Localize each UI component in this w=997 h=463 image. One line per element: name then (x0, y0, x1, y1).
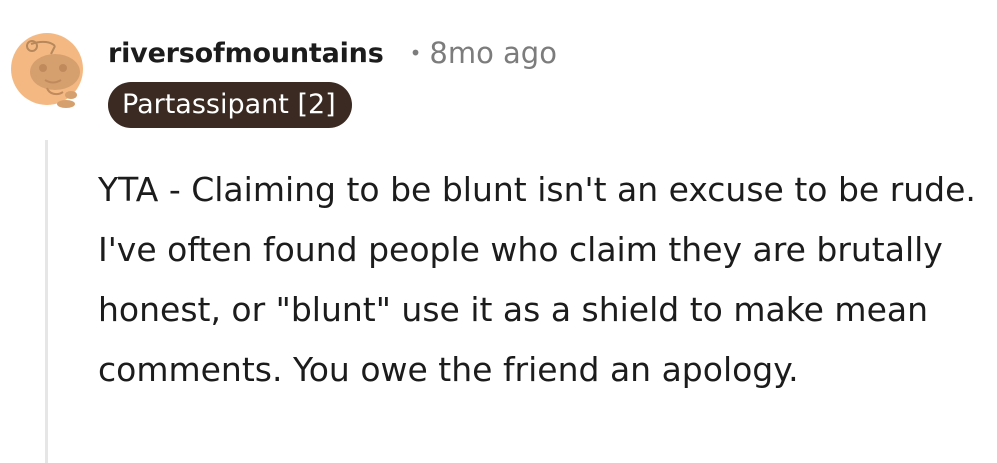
comment-meta: riversofmountains • 8mo ago (108, 36, 557, 70)
comment: riversofmountains • 8mo ago Partassipant… (0, 0, 997, 463)
timestamp[interactable]: 8mo ago (429, 36, 557, 70)
username-link[interactable]: riversofmountains (108, 38, 384, 69)
comment-body: YTA - Claiming to be blunt isn't an excu… (98, 170, 976, 389)
snoo-avatar-icon (11, 33, 83, 108)
avatar[interactable] (11, 22, 83, 116)
separator-dot: • (409, 41, 422, 65)
user-flair: Partassipant [2] (108, 82, 352, 128)
thread-line[interactable] (45, 140, 48, 463)
